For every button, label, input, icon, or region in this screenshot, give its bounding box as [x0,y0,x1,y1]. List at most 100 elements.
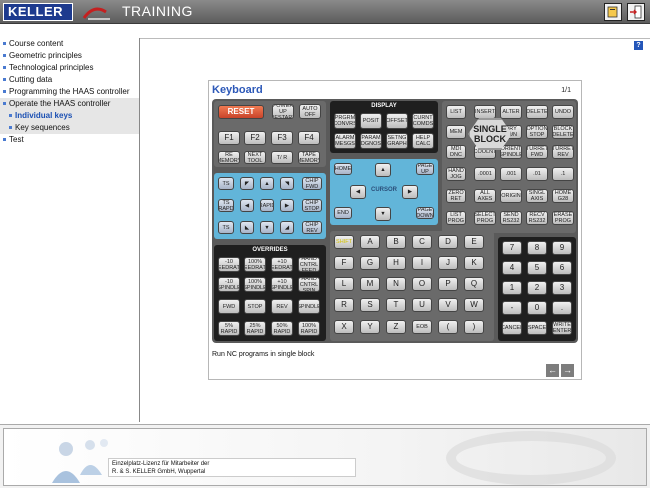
hand-cntrl-feed-key[interactable]: HAND CNTRL FEED [298,257,320,272]
shift-key[interactable]: SHIFT [334,235,354,249]
jog-down-right-key[interactable]: ◢ [280,221,294,234]
setng-graph-key[interactable]: SETNG GRAPH [386,133,408,149]
spindle-stop-key[interactable]: STOP [244,299,266,314]
alarm-mesgs-key[interactable]: ALARM MESGS [334,133,356,149]
digit-2-key[interactable]: 2 [527,281,547,295]
letter-n-key[interactable]: N [386,277,406,291]
feed-100-key[interactable]: 100% FEEDRATE [244,257,266,272]
jog-up-right-key[interactable]: ◥ [280,177,294,190]
rapid-100-key[interactable]: 100% RAPID [298,321,320,336]
undo-key[interactable]: UNDO [552,105,574,119]
digit-8-key[interactable]: 8 [527,241,547,255]
letter-x-key[interactable]: X [334,320,354,334]
block-delete-key[interactable]: BLOCK DELETE [552,125,574,139]
letter-r-key[interactable]: R [334,298,354,312]
letter-f-key[interactable]: F [334,256,354,270]
letter-b-key[interactable]: B [386,235,406,249]
nav-item-course-content[interactable]: Course content [0,38,139,50]
spindle-rev-key[interactable]: REV [271,299,293,314]
letter-u-key[interactable]: U [412,298,432,312]
next-tool-key[interactable]: NEXT TOOL [244,151,266,164]
reset-key[interactable]: RESET [218,105,264,119]
letter-t-key[interactable]: T [386,298,406,312]
digit-3-key[interactable]: 3 [552,281,572,295]
cursor-right-key[interactable]: ▶ [402,185,418,199]
jog-0001-key[interactable]: .0001 [474,167,496,181]
spindle-100-key[interactable]: 100% SPINDLE [244,277,266,292]
f1-key[interactable]: F1 [218,131,240,145]
chip-stop-key[interactable]: CHIP STOP [302,199,322,212]
letter-k-key[interactable]: K [464,256,484,270]
exit-door-icon[interactable] [627,3,645,21]
digit-7-key[interactable]: 7 [502,241,522,255]
end-key[interactable]: END [334,207,352,219]
letter-o-key[interactable]: O [412,277,432,291]
feed-plus-10-key[interactable]: +10 FEEDRATE [271,257,293,272]
decimal-key[interactable]: . [552,301,572,315]
letter-j-key[interactable]: J [438,256,458,270]
letter-z-key[interactable]: Z [386,320,406,334]
letter-p-key[interactable]: P [438,277,458,291]
page-up-key[interactable]: PAGE UP [416,163,434,175]
ts-rapid-key[interactable]: TS RAPD [218,199,234,212]
list-key[interactable]: LIST [446,105,466,119]
tape-memory-key[interactable]: TAPE MEMORY [298,151,320,164]
rapid-key[interactable]: RAPID [260,199,274,212]
nav-item-cutting-data[interactable]: Cutting data [0,74,139,86]
letter-c-key[interactable]: C [412,235,432,249]
insert-key[interactable]: INSERT [474,105,496,119]
power-up-key[interactable]: POWER UP RESTART [272,104,294,119]
hand-cntrl-spin-key[interactable]: HAND CNTRL SPIN [298,277,320,292]
jog-up-left-key[interactable]: ◤ [240,177,254,190]
letter-l-key[interactable]: L [334,277,354,291]
help-calc-key[interactable]: HELP CALC [412,133,434,149]
tr-key[interactable]: T/ R [271,151,293,164]
letter-a-key[interactable]: A [360,235,380,249]
letter-w-key[interactable]: W [464,298,484,312]
cancel-key[interactable]: CANCEL [502,321,522,335]
digit-0-key[interactable]: 0 [527,301,547,315]
spindle-plus-10-key[interactable]: +10 SPINDLE [271,277,293,292]
f4-key[interactable]: F4 [298,131,320,145]
open-paren-key[interactable]: ( [438,320,458,334]
spindle-key[interactable]: SPINDLE [298,299,320,314]
option-stop-key[interactable]: OPTION STOP [526,125,548,139]
posit-key[interactable]: POSIT [360,113,382,129]
jog-001-key[interactable]: .001 [500,167,522,181]
digit-1-key[interactable]: 1 [502,281,522,295]
singl-axis-key[interactable]: SINGL AXIS [526,189,548,203]
rapid-5-key[interactable]: 5% RAPID [218,321,240,336]
jog-left-key[interactable]: ◀ [240,199,254,212]
ts-plus-key[interactable]: TS [218,177,234,190]
re-memory-key[interactable]: RE MEMORY [218,151,240,164]
erase-prog-key[interactable]: ERASE PROG [552,211,574,225]
space-key[interactable]: SPACE [527,321,547,335]
jog-1-key[interactable]: .1 [552,167,574,181]
send-rs232-key[interactable]: SEND RS232 [500,211,522,225]
write-enter-key[interactable]: WRITE ENTER [552,321,572,335]
letter-g-key[interactable]: G [360,256,380,270]
letter-s-key[interactable]: S [360,298,380,312]
nav-item-individual-keys[interactable]: Individual keys [0,110,139,122]
jog-up-key[interactable]: ▲ [260,177,274,190]
nav-item-operate-haas[interactable]: Operate the HAAS controller [0,98,139,110]
digit-6-key[interactable]: 6 [552,261,572,275]
curnt-comds-key[interactable]: CURNT COMDS [412,113,434,129]
offset-key[interactable]: OFFSET [386,113,408,129]
rapid-25-key[interactable]: 25% RAPID [244,321,266,336]
list-prog-key[interactable]: LIST PROG [446,211,466,225]
rapid-50-key[interactable]: 50% RAPID [271,321,293,336]
nav-item-programming-haas[interactable]: Programming the HAAS controller [0,86,139,98]
mdi-dnc-key[interactable]: MDI DNC [446,145,466,159]
letter-i-key[interactable]: I [412,256,432,270]
eob-key[interactable]: EOB [412,320,432,334]
all-axes-key[interactable]: ALL AXES [474,189,496,203]
hand-jog-key[interactable]: HAND JOG [446,167,466,181]
home-g28-key[interactable]: HOME G28 [552,189,574,203]
select-prog-key[interactable]: SELECT PROG [474,211,496,225]
nav-item-geometric-principles[interactable]: Geometric principles [0,50,139,62]
delete-key[interactable]: DELETE [526,105,548,119]
home-key[interactable]: HOME [334,163,352,175]
spindle-minus-10-key[interactable]: -10 SPINDLE [218,277,240,292]
jog-right-key[interactable]: ▶ [280,199,294,212]
